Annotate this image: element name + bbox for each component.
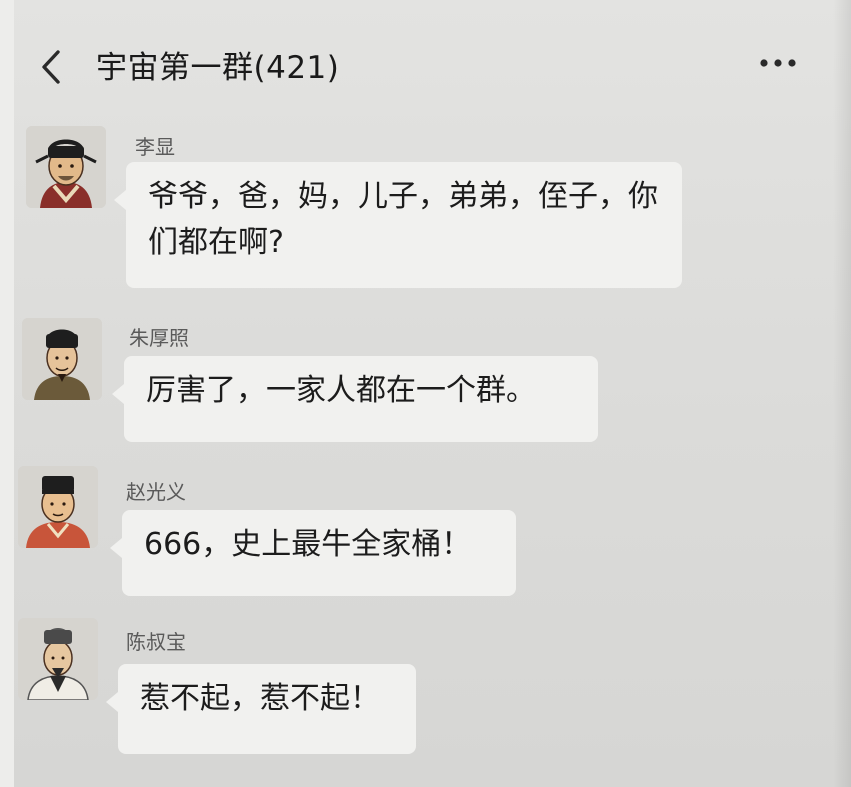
chevron-left-icon [42,50,60,84]
emperor-portrait-icon [18,466,98,548]
emperor-portrait-icon [26,126,106,208]
chat-screen: 宇宙第一群(421) 李显 爷爷，爸，妈，儿子，弟弟，侄子，你们都在啊? 朱厚照… [0,0,851,787]
more-dots-icon [760,59,796,67]
message-bubble[interactable]: 666，史上最牛全家桶！ [110,510,516,596]
back-button[interactable] [34,46,70,88]
avatar[interactable] [18,618,98,700]
avatar[interactable] [26,126,106,208]
emperor-portrait-icon [22,318,102,400]
message-bubble[interactable]: 惹不起，惹不起！ [106,664,416,754]
sender-name: 赵光义 [126,480,186,504]
message-bubble[interactable]: 厉害了，一家人都在一个群。 [112,356,598,442]
more-button[interactable] [756,54,800,72]
emperor-portrait-icon [18,618,98,700]
sender-name: 李显 [135,135,175,159]
avatar[interactable] [18,466,98,548]
sender-name: 陈叔宝 [126,630,186,654]
chat-title: 宇宙第一群(421) [96,50,340,86]
avatar[interactable] [22,318,102,400]
message-bubble[interactable]: 爷爷，爸，妈，儿子，弟弟，侄子，你们都在啊? [114,162,682,288]
chat-header: 宇宙第一群(421) [0,0,851,120]
sender-name: 朱厚照 [129,326,189,350]
